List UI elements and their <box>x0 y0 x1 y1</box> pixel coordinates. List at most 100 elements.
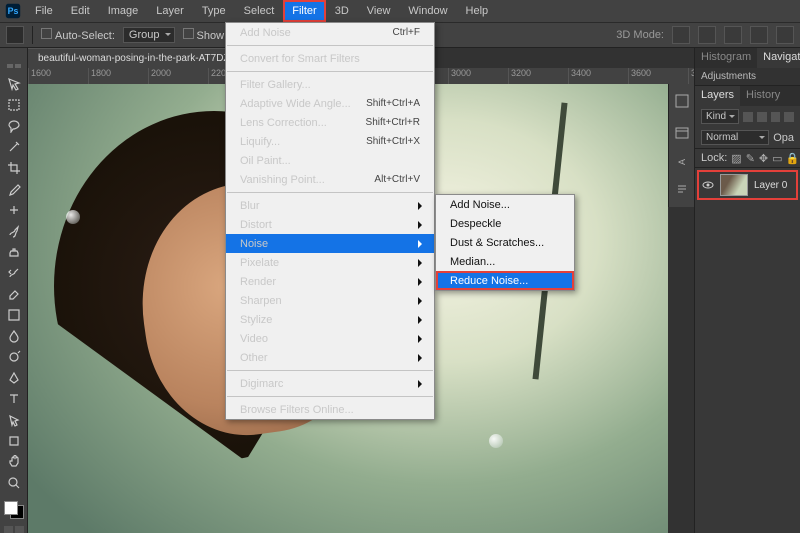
3d-slide-button[interactable] <box>750 26 768 44</box>
menu-item-pixelate[interactable]: Pixelate <box>226 253 434 272</box>
menu-view[interactable]: View <box>358 0 400 22</box>
menu-item-adaptive-wide-angle[interactable]: Adaptive Wide Angle...Shift+Ctrl+A <box>226 94 434 113</box>
menu-item-blur[interactable]: Blur <box>226 196 434 215</box>
lock-position-icon[interactable]: ✥ <box>759 152 768 164</box>
layer-name[interactable]: Layer 0 <box>754 180 787 191</box>
menu-item-stylize[interactable]: Stylize <box>226 310 434 329</box>
dodge-tool[interactable] <box>3 348 25 366</box>
auto-select-dropdown[interactable]: Group <box>123 27 175 43</box>
menu-item-digimarc[interactable]: Digimarc <box>226 374 434 393</box>
history-brush-tool[interactable] <box>3 264 25 282</box>
gradient-tool[interactable] <box>3 306 25 324</box>
tab-layers[interactable]: Layers <box>695 86 740 106</box>
menu-item-vanishing-point[interactable]: Vanishing Point...Alt+Ctrl+V <box>226 170 434 189</box>
filter-type-icon[interactable] <box>771 112 781 122</box>
filter-adjust-icon[interactable] <box>757 112 767 122</box>
filter-pixel-icon[interactable] <box>743 112 753 122</box>
paragraph-panel-icon[interactable] <box>675 183 689 197</box>
clone-stamp-tool[interactable] <box>3 243 25 261</box>
panel-icon[interactable] <box>675 94 689 108</box>
marquee-tool[interactable] <box>3 96 25 114</box>
menu-bar: Ps FileEditImageLayerTypeSelectFilter3DV… <box>0 0 800 22</box>
blur-tool[interactable] <box>3 327 25 345</box>
tab-histogram[interactable]: Histogram <box>695 48 757 68</box>
3d-pan-button[interactable] <box>724 26 742 44</box>
lock-row: Lock: ▨ ✎ ✥ ▭ 🔒 <box>695 148 800 168</box>
submenu-item-median[interactable]: Median... <box>436 252 574 271</box>
noise-submenu-popup: Add Noise...DespeckleDust & Scratches...… <box>435 194 575 291</box>
menu-item-other[interactable]: Other <box>226 348 434 367</box>
adjustments-panel-header[interactable]: Adjustments <box>695 68 800 86</box>
menu-item-render[interactable]: Render <box>226 272 434 291</box>
ruler-tick: 1800 <box>88 68 148 84</box>
menu-item-browse-filters-online[interactable]: Browse Filters Online... <box>226 400 434 419</box>
menu-type[interactable]: Type <box>193 0 235 22</box>
menu-window[interactable]: Window <box>399 0 456 22</box>
brush-tool[interactable] <box>3 222 25 240</box>
menu-help[interactable]: Help <box>457 0 498 22</box>
blend-mode-dropdown[interactable]: Normal <box>701 130 769 145</box>
3d-zoom-button[interactable] <box>776 26 794 44</box>
panel-icon[interactable] <box>675 126 689 140</box>
tool-preset-icon[interactable] <box>6 26 24 44</box>
menu-item-video[interactable]: Video <box>226 329 434 348</box>
menu-layer[interactable]: Layer <box>147 0 193 22</box>
tools-panel <box>0 48 28 533</box>
pen-tool[interactable] <box>3 369 25 387</box>
menu-item-liquify[interactable]: Liquify...Shift+Ctrl+X <box>226 132 434 151</box>
lock-artboard-icon[interactable]: ▭ <box>772 152 782 164</box>
menu-3d[interactable]: 3D <box>326 0 358 22</box>
3d-orbit-button[interactable] <box>672 26 690 44</box>
menu-edit[interactable]: Edit <box>62 0 99 22</box>
submenu-item-add-noise[interactable]: Add Noise... <box>436 195 574 214</box>
ruler-tick: 3400 <box>568 68 628 84</box>
menu-item-distort[interactable]: Distort <box>226 215 434 234</box>
menu-item-lens-correction[interactable]: Lens Correction...Shift+Ctrl+R <box>226 113 434 132</box>
zoom-tool[interactable] <box>3 474 25 492</box>
healing-brush-tool[interactable] <box>3 201 25 219</box>
3d-roll-button[interactable] <box>698 26 716 44</box>
layer-kind-dropdown[interactable]: Kind <box>701 109 739 124</box>
submenu-item-reduce-noise[interactable]: Reduce Noise... <box>436 271 574 290</box>
menu-item-add-noise[interactable]: Add NoiseCtrl+F <box>226 23 434 42</box>
submenu-item-despeckle[interactable]: Despeckle <box>436 214 574 233</box>
menu-file[interactable]: File <box>26 0 62 22</box>
eyedropper-tool[interactable] <box>3 180 25 198</box>
navigator-tabs: Histogram Navigator <box>695 48 800 68</box>
menu-item-noise[interactable]: Noise <box>226 234 434 253</box>
visibility-eye-icon[interactable] <box>702 179 714 191</box>
tab-history[interactable]: History <box>740 86 786 106</box>
crop-tool[interactable] <box>3 159 25 177</box>
menu-item-filter-gallery[interactable]: Filter Gallery... <box>226 75 434 94</box>
move-tool[interactable] <box>3 75 25 93</box>
hand-tool[interactable] <box>3 453 25 471</box>
path-select-tool[interactable] <box>3 411 25 429</box>
lock-all-icon[interactable]: 🔒 <box>787 152 799 164</box>
magic-wand-tool[interactable] <box>3 138 25 156</box>
lasso-tool[interactable] <box>3 117 25 135</box>
layer-thumbnail <box>720 174 748 196</box>
type-panel-tab[interactable]: A <box>677 158 687 165</box>
3d-mode-label: 3D Mode: <box>616 29 664 41</box>
menu-item-sharpen[interactable]: Sharpen <box>226 291 434 310</box>
type-tool[interactable] <box>3 390 25 408</box>
filter-shape-icon[interactable] <box>784 112 794 122</box>
eraser-tool[interactable] <box>3 285 25 303</box>
color-swatches[interactable] <box>4 501 24 519</box>
menu-item-convert-for-smart-filters[interactable]: Convert for Smart Filters <box>226 49 434 68</box>
tab-navigator[interactable]: Navigator <box>757 48 800 68</box>
quick-mask-toggle[interactable] <box>4 526 24 533</box>
panel-grip[interactable] <box>7 64 21 68</box>
lock-transparent-icon[interactable]: ▨ <box>731 152 741 164</box>
rectangle-tool[interactable] <box>3 432 25 450</box>
menu-item-oil-paint[interactable]: Oil Paint... <box>226 151 434 170</box>
submenu-item-dust-scratches[interactable]: Dust & Scratches... <box>436 233 574 252</box>
show-transform-checkbox[interactable] <box>183 28 194 39</box>
filter-menu-popup: Add NoiseCtrl+F Convert for Smart Filters… <box>225 22 435 420</box>
menu-image[interactable]: Image <box>99 0 148 22</box>
menu-select[interactable]: Select <box>235 0 284 22</box>
layer-row-layer-0[interactable]: Layer 0 <box>697 170 798 200</box>
auto-select-checkbox[interactable] <box>41 28 52 39</box>
lock-image-icon[interactable]: ✎ <box>746 152 755 164</box>
menu-filter[interactable]: Filter <box>283 0 325 22</box>
